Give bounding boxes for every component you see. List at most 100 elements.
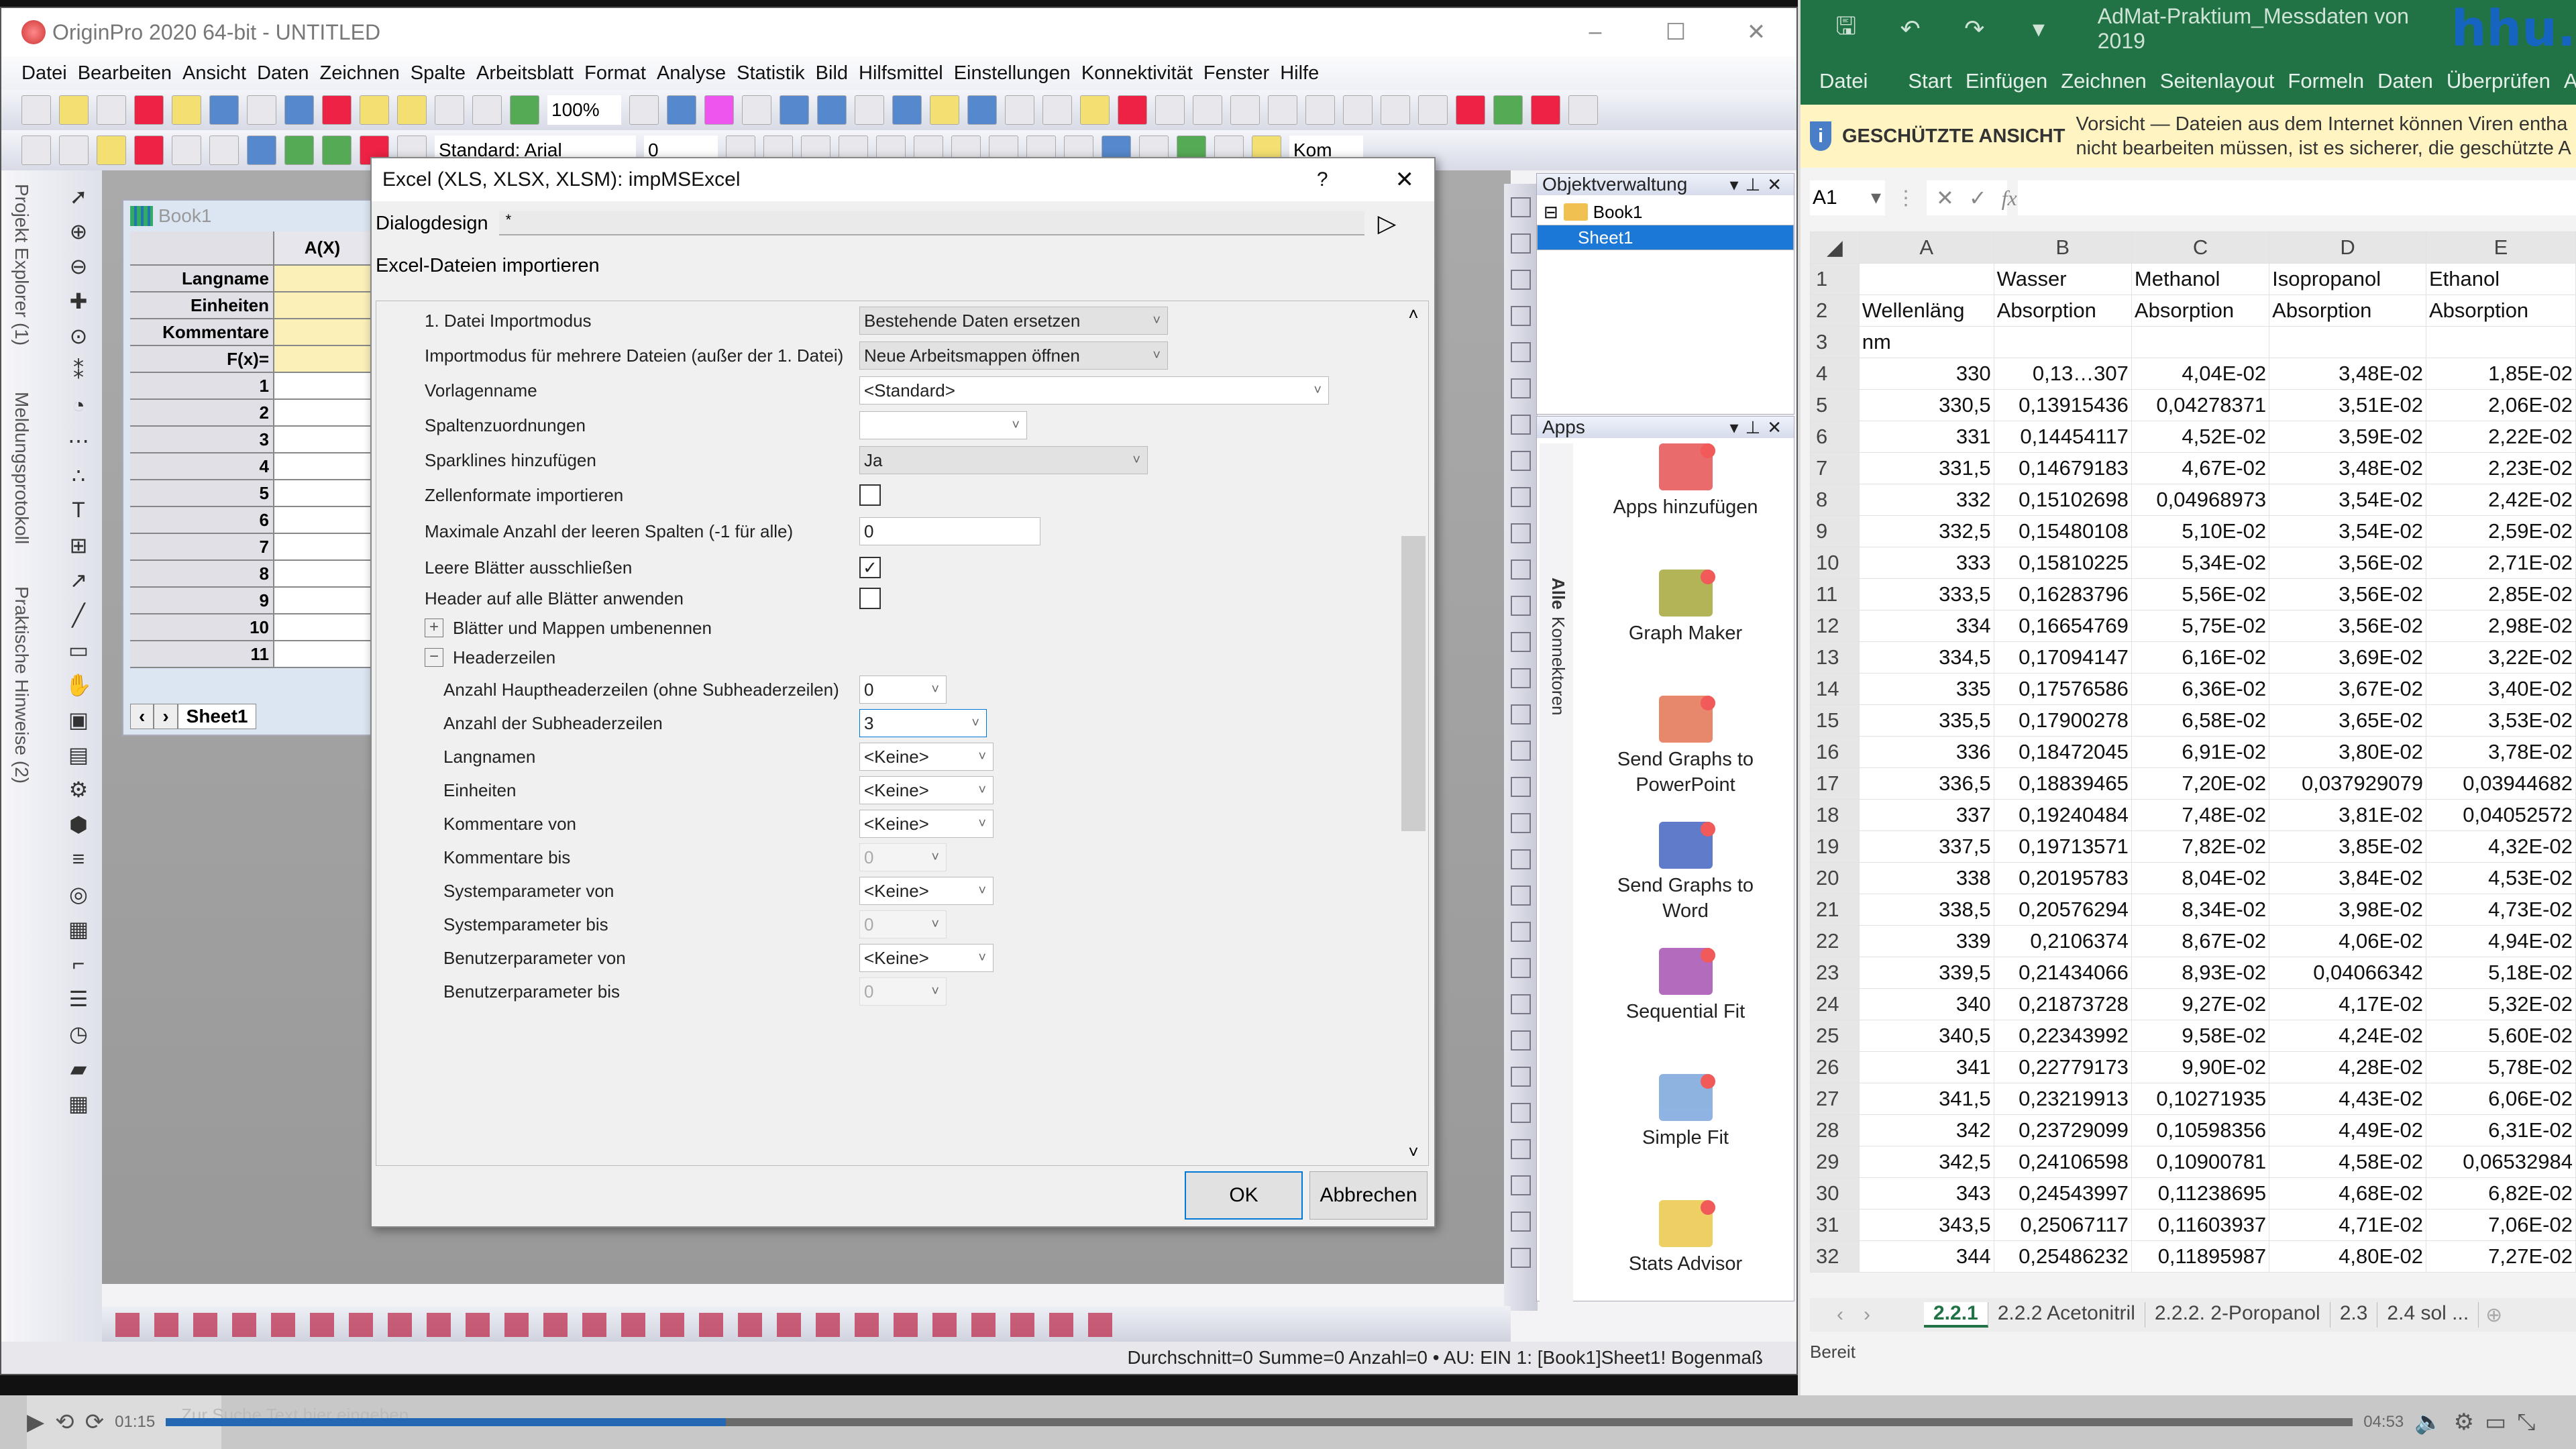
rewind-10-icon[interactable]: ⟲ bbox=[55, 1409, 74, 1436]
sheet-nav-icons[interactable]: ‹› bbox=[1810, 1303, 1924, 1326]
label-cell[interactable] bbox=[274, 319, 374, 346]
add-sheet-icon[interactable]: ⊕ bbox=[2485, 1303, 2502, 1327]
save-icon[interactable]: 🖫 bbox=[1827, 9, 1865, 50]
layout-tool-icon[interactable] bbox=[1511, 197, 1531, 217]
histogram-icon[interactable] bbox=[1305, 95, 1335, 125]
cell[interactable]: 2,85E-02 bbox=[2425, 578, 2576, 610]
cell[interactable]: 5,60E-02 bbox=[2425, 1020, 2576, 1052]
stacked-icon[interactable] bbox=[310, 1312, 334, 1337]
zoom-out-icon[interactable]: ⊖ bbox=[63, 254, 94, 280]
grid-icon[interactable] bbox=[742, 95, 771, 125]
layout-tool-icon[interactable] bbox=[1511, 270, 1531, 290]
layout-tool-icon[interactable] bbox=[1511, 813, 1531, 833]
cell[interactable]: 0,11238695 bbox=[2131, 1177, 2270, 1210]
cell[interactable]: 4,53E-02 bbox=[2425, 862, 2576, 894]
row-header[interactable]: 18 bbox=[1810, 799, 1860, 831]
cell[interactable]: 0,24106598 bbox=[1993, 1146, 2132, 1178]
play-icon[interactable]: ▶ bbox=[27, 1409, 44, 1436]
cell[interactable] bbox=[1858, 263, 1994, 295]
cell[interactable]: 0,15810225 bbox=[1993, 547, 2132, 579]
slideshow-icon[interactable] bbox=[667, 95, 696, 125]
menu-analyse[interactable]: Analyse bbox=[657, 62, 726, 85]
cell[interactable]: 4,52E-02 bbox=[2131, 421, 2270, 453]
cell[interactable]: 0,20576294 bbox=[1993, 894, 2132, 926]
app-item[interactable]: Stats Advisor bbox=[1605, 1200, 1766, 1326]
cell[interactable]: 4,71E-02 bbox=[2269, 1209, 2426, 1241]
menu-konnektivität[interactable]: Konnektivität bbox=[1081, 62, 1193, 85]
option-group[interactable]: − Headerzeilen bbox=[376, 641, 1428, 674]
cell[interactable]: 0,10900781 bbox=[2131, 1146, 2270, 1178]
cell[interactable]: 5,56E-02 bbox=[2131, 578, 2270, 610]
confirm-entry-icon[interactable]: ✓ bbox=[1969, 185, 1987, 211]
cell[interactable]: 4,68E-02 bbox=[2269, 1177, 2426, 1210]
cell[interactable]: 336 bbox=[1858, 736, 1994, 768]
add-column-icon[interactable] bbox=[1118, 95, 1147, 125]
cell[interactable]: 0,10271935 bbox=[2131, 1083, 2270, 1115]
remove-filter-icon[interactable] bbox=[1456, 95, 1485, 125]
export-icon[interactable]: ⬢ bbox=[63, 812, 94, 839]
ungroup-icon[interactable] bbox=[855, 1312, 879, 1337]
row-header[interactable]: 7 bbox=[130, 533, 274, 561]
layout-tool-icon[interactable] bbox=[1511, 487, 1531, 507]
zoom-in-icon[interactable]: ⊕ bbox=[63, 219, 94, 246]
column-header-a[interactable]: A(X) bbox=[274, 231, 374, 266]
row-header[interactable]: 5 bbox=[130, 480, 274, 507]
contour-icon[interactable] bbox=[271, 1312, 295, 1337]
label-row-header[interactable]: Langname bbox=[130, 265, 274, 292]
option-checkbox[interactable] bbox=[859, 484, 881, 506]
layout-tool-icon[interactable] bbox=[1511, 523, 1531, 543]
cell[interactable]: 3,48E-02 bbox=[2269, 358, 2426, 390]
cell[interactable]: 2,06E-02 bbox=[2425, 389, 2576, 421]
cell[interactable]: 0,23219913 bbox=[1993, 1083, 2132, 1115]
cell[interactable]: 4,49E-02 bbox=[2269, 1114, 2426, 1146]
layout-tool-icon[interactable] bbox=[1511, 632, 1531, 652]
theater-mode-icon[interactable]: ▭ bbox=[2485, 1409, 2506, 1436]
cell[interactable]: 9,58E-02 bbox=[2131, 1020, 2270, 1052]
row-header[interactable]: 15 bbox=[1810, 704, 1860, 737]
row-header[interactable]: 26 bbox=[1810, 1051, 1860, 1083]
menu-daten[interactable]: Daten bbox=[257, 62, 309, 85]
cell[interactable]: 343,5 bbox=[1858, 1209, 1994, 1241]
design-menu-arrow-icon[interactable]: ▷ bbox=[1378, 209, 1397, 237]
menu-einstellungen[interactable]: Einstellungen bbox=[954, 62, 1071, 85]
cell[interactable]: 4,58E-02 bbox=[2269, 1146, 2426, 1178]
option-checkbox[interactable]: ✓ bbox=[859, 557, 881, 578]
cell[interactable]: 8,93E-02 bbox=[2131, 957, 2270, 989]
clock-icon[interactable]: ◷ bbox=[63, 1021, 94, 1048]
sheet-tab[interactable]: 2.2.1 bbox=[1924, 1302, 1988, 1328]
ribbon-tab-start[interactable]: Start bbox=[1908, 69, 1951, 93]
sheet-next-button[interactable]: › bbox=[154, 704, 178, 729]
cell[interactable]: 2,71E-02 bbox=[2425, 547, 2576, 579]
structure-icon[interactable] bbox=[892, 95, 922, 125]
cell[interactable]: 4,17E-02 bbox=[2269, 988, 2426, 1020]
arrow-tool-icon[interactable]: ↗ bbox=[63, 568, 94, 594]
annotation-icon[interactable]: ⊞ bbox=[63, 533, 94, 559]
layout-tool-icon[interactable] bbox=[1511, 1067, 1531, 1087]
option-select[interactable]: Neue Arbeitsmappen öffnen ˅ bbox=[859, 341, 1168, 370]
layout-tool-icon[interactable] bbox=[1511, 849, 1531, 869]
undo-icon[interactable]: ↶ bbox=[1892, 15, 1929, 43]
row-header[interactable]: 25 bbox=[1810, 1020, 1860, 1052]
row-header[interactable]: 31 bbox=[1810, 1209, 1860, 1241]
insert-function-icon[interactable]: fx bbox=[2002, 186, 2017, 211]
insert-graph-icon[interactable]: ▤ bbox=[63, 742, 94, 769]
name-box[interactable]: A1 bbox=[1810, 180, 1885, 215]
cell[interactable]: 341 bbox=[1858, 1051, 1994, 1083]
save-template-icon[interactable] bbox=[472, 95, 502, 125]
folder-user-icon[interactable]: ▰ bbox=[63, 1056, 94, 1083]
cell[interactable]: 7,06E-02 bbox=[2425, 1209, 2576, 1241]
cell[interactable]: 0,15480108 bbox=[1993, 515, 2132, 547]
polar-icon[interactable] bbox=[504, 1312, 529, 1337]
code-builder-icon[interactable] bbox=[780, 95, 809, 125]
option-select[interactable]: Ja ˅ bbox=[859, 446, 1148, 474]
row-header[interactable]: 32 bbox=[1810, 1240, 1860, 1273]
data-cell[interactable] bbox=[274, 453, 374, 480]
cell[interactable]: 4,28E-02 bbox=[2269, 1051, 2426, 1083]
cell[interactable]: 1,85E-02 bbox=[2425, 358, 2576, 390]
cell[interactable]: 3,54E-02 bbox=[2269, 484, 2426, 516]
cell[interactable]: 8,34E-02 bbox=[2131, 894, 2270, 926]
cell[interactable]: Absorption bbox=[1993, 294, 2132, 327]
layout-tool-icon[interactable] bbox=[1511, 994, 1531, 1014]
cell[interactable]: 8,67E-02 bbox=[2131, 925, 2270, 957]
option-select[interactable]: Bestehende Daten ersetzen ˅ bbox=[859, 307, 1168, 335]
